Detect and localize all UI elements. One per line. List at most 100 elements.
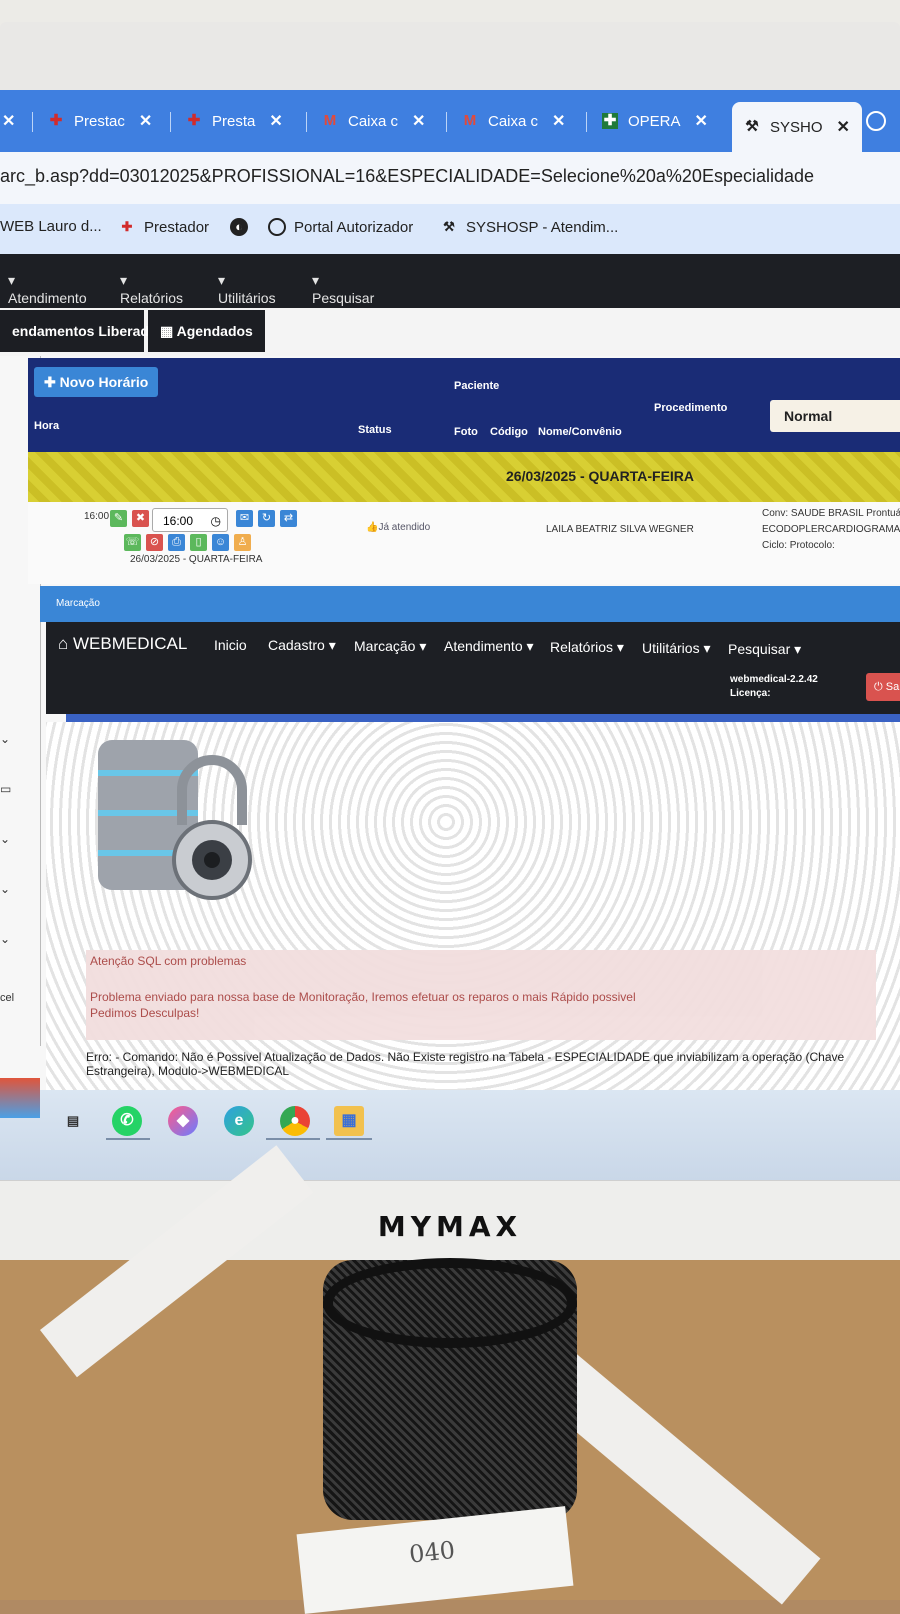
nav-pesquisar[interactable]: Pesquisar ▾ <box>312 272 374 306</box>
nav-utilitarios[interactable]: Utilitários ▾ <box>218 272 276 306</box>
tab-label: endamentos Liberados <box>12 323 166 339</box>
browser-tab-bar: ✕ ✚ Prestac ✕ ✚ Presta ✕ M Caixa c ✕ M Caixa c ✕… <box>0 90 900 152</box>
url-text: arc_b.asp?dd=03012025&PROFISSIONAL=16&ES… <box>0 166 815 186</box>
logout-button[interactable]: ⏻ Sa <box>866 673 900 701</box>
tab-agendados[interactable]: ▦ Agendados <box>148 310 265 352</box>
blocked-icon <box>268 218 286 236</box>
tab-prestador-2[interactable]: ✚ Presta ✕ <box>186 104 283 138</box>
table-row[interactable]: 16:00 ✎ ✖ 16:00 ◷ ✉ ↻ ⇄ ☏ ⊘ ⎙ ▯ ☺ ♙ 26/0… <box>28 502 900 584</box>
close-icon[interactable]: ✕ <box>269 111 282 131</box>
mail-icon[interactable]: ✉ <box>236 510 253 527</box>
menu-inicio[interactable]: Inicio <box>214 637 247 653</box>
close-icon[interactable]: ✕ <box>552 111 565 131</box>
blocked-icon <box>866 111 886 131</box>
nav-label: Atendimento <box>8 290 87 306</box>
webmedical-brand[interactable]: ⌂ WEBMEDICAL <box>58 634 187 654</box>
bookmark-web-lauro[interactable]: WEB Lauro d... <box>0 218 102 235</box>
close-icon[interactable]: ✕ <box>2 111 15 131</box>
status-attended: 👍Já atendido <box>366 522 430 533</box>
status-label: Já atendido <box>378 522 431 533</box>
gmail-icon: M <box>323 112 337 129</box>
square-icon[interactable]: ▭ <box>0 782 14 802</box>
refresh-icon[interactable]: ↻ <box>258 510 275 527</box>
gmail-icon: M <box>463 112 477 129</box>
sql-alert: Atenção SQL com problemas Problema envia… <box>86 950 876 1040</box>
bookmark-label: Prestador <box>144 218 210 236</box>
red-cross-icon: ✚ <box>49 112 63 129</box>
clock-icon: ◷ <box>210 514 221 528</box>
bookmark-syshosp[interactable]: ⚒ SYSHOSP - Atendim... <box>440 218 618 236</box>
tab-gmail-1[interactable]: M Caixa c ✕ <box>322 104 426 138</box>
tab-syshosp-active[interactable]: ⚒ SYSHO ✕ <box>732 102 862 152</box>
address-bar[interactable]: arc_b.asp?dd=03012025&PROFISSIONAL=16&ES… <box>0 152 900 204</box>
document-icon[interactable]: ▯ <box>190 534 207 551</box>
cancel-fragment[interactable]: cel <box>0 992 14 1012</box>
power-icon: ⏻ <box>874 681 886 693</box>
calendar-icon: ▦ <box>160 323 177 339</box>
menu-relatorios[interactable]: Relatórios ▾ <box>550 639 624 656</box>
menu-atendimento[interactable]: Atendimento ▾ <box>444 638 534 655</box>
menu-pesquisar[interactable]: Pesquisar ▾ <box>728 641 801 658</box>
close-icon[interactable]: ✕ <box>139 111 152 131</box>
date-band-label: 26/03/2025 - QUARTA-FEIRA <box>506 468 695 484</box>
close-icon[interactable]: ✕ <box>412 111 425 131</box>
tab-partial[interactable]: ✕ <box>0 104 15 138</box>
tab-prestador-1[interactable]: ✚ Prestac ✕ <box>48 104 153 138</box>
header-paciente: Paciente <box>454 380 500 392</box>
phone-icon[interactable]: ☏ <box>124 534 141 551</box>
chevron-down-icon[interactable]: ⌄ <box>0 882 14 902</box>
menu-marcacao[interactable]: Marcação ▾ <box>354 638 426 655</box>
alert-title: Atenção SQL com problemas <box>90 954 247 968</box>
menu-label: Pesquisar <box>728 641 791 657</box>
block-icon[interactable]: ⊘ <box>146 534 163 551</box>
tab-label: Caixa c <box>348 112 399 130</box>
nav-atendimento[interactable]: Atendimento ▾ <box>8 272 87 306</box>
tab-agendamentos-liberados[interactable]: endamentos Liberados <box>0 310 165 352</box>
print-icon[interactable]: ⎙ <box>168 534 185 551</box>
person-icon[interactable]: ♙ <box>234 534 251 551</box>
tab-label: Prestac <box>74 112 125 130</box>
procedure-text: ECODOPLERCARDIOGRAMA T <box>762 524 900 535</box>
bookmark-label: Portal Autorizador <box>294 218 414 236</box>
copilot-icon[interactable]: ◆ <box>168 1106 198 1136</box>
close-icon[interactable]: ✕ <box>695 111 708 131</box>
close-icon[interactable]: ✕ <box>837 117 850 137</box>
bookmark-globe[interactable]: ◐ <box>230 218 256 236</box>
edge-icon[interactable]: e <box>224 1106 254 1136</box>
subtabs: endamentos Liberados ▦ Agendados <box>0 308 900 356</box>
paper-note-text: 040 <box>407 1535 457 1569</box>
bookmark-portal-autorizador[interactable]: Portal Autorizador <box>268 218 413 236</box>
red-cross-icon: ✚ <box>121 219 133 234</box>
button-label: Sa <box>885 681 900 693</box>
menu-utilitarios[interactable]: Utilitários ▾ <box>642 640 711 657</box>
files-icon[interactable]: ▦ <box>334 1106 364 1136</box>
delete-icon[interactable]: ✖ <box>132 510 149 527</box>
chevron-down-icon[interactable]: ⌄ <box>0 732 14 752</box>
tools-icon: ⚒ <box>443 219 455 234</box>
row-date: 26/03/2025 - QUARTA-FEIRA <box>130 554 263 565</box>
time-input[interactable]: 16:00 ◷ <box>152 508 228 532</box>
chevron-down-icon[interactable]: ⌄ <box>0 932 14 952</box>
menu-label: Cadastro <box>268 637 325 653</box>
nav-relatorios[interactable]: Relatórios ▾ <box>120 272 183 306</box>
webmedical-navbar: ⌂ WEBMEDICAL Inicio Cadastro ▾ Marcação … <box>46 622 900 714</box>
chrome-icon[interactable]: ● <box>280 1106 310 1136</box>
tab-partial-right[interactable] <box>866 104 896 138</box>
edit-icon[interactable]: ✎ <box>110 510 127 527</box>
version-label: webmedical-2.2.42 <box>730 674 818 685</box>
tab-opera[interactable]: ✚ OPERA ✕ <box>602 104 708 138</box>
swap-icon[interactable]: ⇄ <box>280 510 297 527</box>
widgets-icon[interactable] <box>0 1078 40 1118</box>
license-label: Licença: <box>730 688 771 699</box>
tab-gmail-2[interactable]: M Caixa c ✕ <box>462 104 566 138</box>
bookmark-prestador[interactable]: ✚ Prestador <box>118 218 210 236</box>
whatsapp-icon[interactable]: ✆ <box>112 1106 142 1136</box>
chevron-down-icon[interactable]: ⌄ <box>0 832 14 852</box>
mode-select[interactable]: Normal <box>770 400 900 432</box>
menu-cadastro[interactable]: Cadastro ▾ <box>268 637 336 654</box>
user-icon[interactable]: ☺ <box>212 534 229 551</box>
new-slot-button[interactable]: ✚ Novo Horário <box>34 367 159 397</box>
task-view-icon[interactable]: ▤ <box>58 1106 88 1136</box>
error-message: Erro: - Comando: Não é Possivel Atualiza… <box>86 1050 845 1078</box>
header-foto: Foto <box>454 426 478 438</box>
